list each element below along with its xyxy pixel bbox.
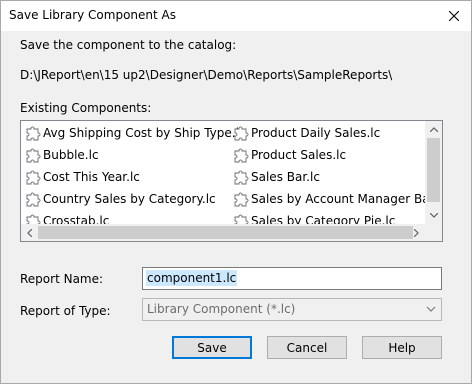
horizontal-scrollbar[interactable] [21,224,442,241]
existing-components-list[interactable]: Avg Shipping Cost by Ship Type.lc Bubble… [20,120,443,242]
puzzle-piece-icon [26,148,41,163]
report-type-label: Report of Type: [20,304,111,318]
chevron-left-icon [27,228,32,237]
scrollbar-corner [425,224,442,241]
puzzle-piece-icon [234,192,249,207]
report-type-value: Library Component (*.lc) [147,302,296,316]
list-item[interactable]: Cost This Year.lc [25,166,140,188]
horizontal-scroll-thumb[interactable] [38,226,413,239]
cancel-button[interactable]: Cancel [267,336,347,359]
report-name-input[interactable]: component1.lc [142,267,442,290]
chevron-right-icon [414,228,419,237]
puzzle-piece-icon [26,192,41,207]
list-item[interactable]: Sales by Account Manager Bar.lc [233,188,443,210]
report-name-label: Report Name: [20,272,104,286]
puzzle-piece-icon [234,126,249,141]
component-name: Country Sales by Category.lc [43,192,216,206]
puzzle-piece-icon [234,170,249,185]
component-name: Cost This Year.lc [43,170,140,184]
close-button[interactable] [437,1,471,31]
report-type-select[interactable]: Library Component (*.lc) [142,298,442,321]
component-name: Sales Bar.lc [251,170,320,184]
scroll-up-button[interactable] [425,121,442,138]
puzzle-piece-icon [234,148,249,163]
scroll-left-button[interactable] [21,224,38,241]
dialog-body: Save the component to the catalog: D:\JR… [1,31,471,383]
existing-components-label: Existing Components: [20,101,152,115]
close-icon [449,11,459,21]
vertical-scrollbar[interactable] [425,121,442,224]
chevron-down-icon [429,213,438,218]
window-title: Save Library Component As [9,8,176,22]
list-item[interactable]: Product Sales.lc [233,144,346,166]
list-item[interactable]: Country Sales by Category.lc [25,188,216,210]
title-bar: Save Library Component As [1,1,471,31]
puzzle-piece-icon [26,170,41,185]
chevron-down-icon [426,306,436,312]
list-item[interactable]: Product Daily Sales.lc [233,122,380,144]
report-name-value: component1.lc [146,270,238,286]
save-button[interactable]: Save [172,336,252,359]
scroll-right-button[interactable] [408,224,425,241]
instruction-label: Save the component to the catalog: [20,38,237,52]
vertical-scroll-thumb[interactable] [427,138,440,202]
component-name: Avg Shipping Cost by Ship Type.lc [43,126,246,140]
catalog-path: D:\JReport\en\15 up2\Designer\Demo\Repor… [20,68,393,82]
component-name: Product Daily Sales.lc [251,126,381,140]
component-name: Bubble.lc [43,148,99,162]
save-library-component-dialog: Save Library Component As Save the compo… [0,0,472,384]
help-button[interactable]: Help [362,336,442,359]
list-item[interactable]: Bubble.lc [25,144,99,166]
scroll-down-button[interactable] [425,207,442,224]
chevron-up-icon [429,127,438,132]
list-item[interactable]: Sales Bar.lc [233,166,320,188]
component-name: Product Sales.lc [251,148,347,162]
component-name: Sales by Account Manager Bar.lc [251,192,443,206]
list-item[interactable]: Avg Shipping Cost by Ship Type.lc [25,122,246,144]
puzzle-piece-icon [26,126,41,141]
